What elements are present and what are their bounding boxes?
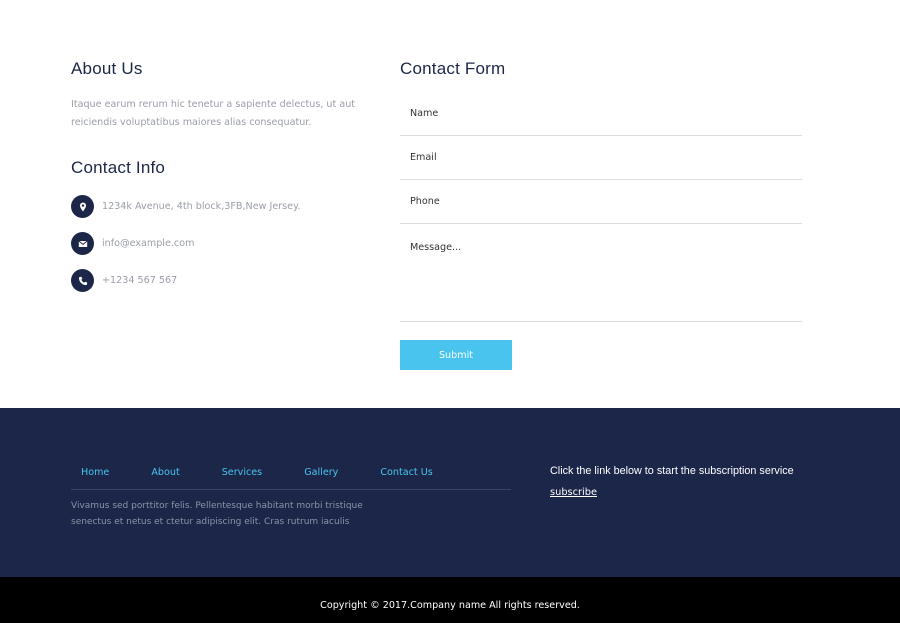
subscribe-link[interactable]: subscribe [550, 487, 597, 498]
subscribe-block: Click the link below to start the subscr… [550, 462, 850, 499]
footer-nav-about[interactable]: About [151, 464, 179, 481]
address-text: 1234k Avenue, 4th block,3FB,New Jersey. [102, 201, 301, 212]
phone-icon [71, 269, 94, 292]
submit-button[interactable]: Submit [400, 340, 512, 370]
email-input[interactable] [400, 136, 802, 180]
email-text[interactable]: info@example.com [102, 238, 194, 249]
footer: Home About Services Gallery Contact Us V… [0, 408, 900, 577]
footer-description: Vivamus sed porttitor felis. Pellentesqu… [71, 501, 363, 527]
phone-input[interactable] [400, 180, 802, 224]
contact-form: Submit [400, 92, 802, 370]
contact-form-title: Contact Form [400, 59, 506, 78]
contact-info-address: 1234k Avenue, 4th block,3FB,New Jersey. [71, 195, 361, 218]
phone-text[interactable]: +1234 567 567 [102, 275, 177, 286]
footer-nav-gallery[interactable]: Gallery [304, 464, 338, 481]
subscribe-text: Click the link below to start the subscr… [550, 465, 794, 477]
envelope-icon [71, 232, 94, 255]
footer-nav-home[interactable]: Home [81, 464, 109, 481]
copyright-bar: Copyright © 2017.Company name All rights… [0, 577, 900, 623]
footer-nav: Home About Services Gallery Contact Us [71, 464, 511, 490]
message-textarea[interactable] [400, 224, 802, 322]
contact-section: About Us Itaque earum rerum hic tenetur … [0, 0, 900, 408]
map-pin-icon [71, 195, 94, 218]
contact-info-phone: +1234 567 567 [71, 269, 361, 292]
contact-info-title: Contact Info [71, 158, 166, 177]
about-text: Itaque earum rerum hic tenetur a sapient… [71, 99, 356, 128]
footer-nav-services[interactable]: Services [222, 464, 262, 481]
contact-info-email: info@example.com [71, 232, 361, 255]
footer-nav-contact-us[interactable]: Contact Us [380, 464, 432, 481]
about-and-info-column: About Us Itaque earum rerum hic tenetur … [71, 58, 361, 306]
name-input[interactable] [400, 92, 802, 136]
copyright-text: Copyright © 2017.Company name All rights… [320, 599, 580, 611]
about-title: About Us [71, 59, 143, 78]
contact-form-column: Contact Form Submit [400, 58, 802, 370]
contact-info-list: 1234k Avenue, 4th block,3FB,New Jersey. … [71, 195, 361, 292]
